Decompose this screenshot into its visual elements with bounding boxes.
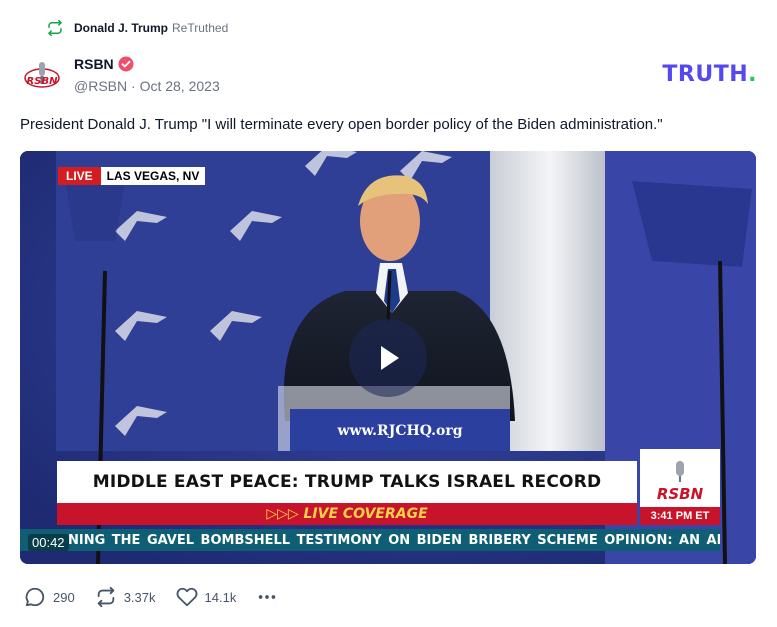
retruth-button[interactable]: 3.37k xyxy=(95,586,156,608)
podium-url: www.RJCHQ.org xyxy=(336,423,462,439)
channel-logo-text: RSBN xyxy=(656,485,704,503)
channel-logo: RSBN xyxy=(640,449,720,507)
retruth-icon xyxy=(97,586,114,608)
reply-button[interactable]: 290 xyxy=(24,586,75,608)
handle[interactable]: @RSBN xyxy=(74,78,127,94)
heart-icon xyxy=(176,587,197,607)
more-icon xyxy=(259,595,276,599)
headline-text: MIDDLE EAST PEACE: TRUMP TALKS ISRAEL RE… xyxy=(92,472,602,492)
video-player[interactable]: www.RJCHQ.org LIVE LAS VEGAS, NV MIDDLE … xyxy=(20,151,756,564)
truth-logo-dot: . xyxy=(748,62,757,87)
retruth-icon xyxy=(48,19,62,37)
retruth-user-name[interactable]: Donald J. Trump xyxy=(74,21,168,35)
ticker-text: NING THE GAVEL BOMBSHELL TESTIMONY ON BI… xyxy=(68,532,720,548)
video-duration: 00:42 xyxy=(28,534,69,551)
truth-logo[interactable]: TRUTH. xyxy=(662,62,757,87)
retruth-count: 3.37k xyxy=(123,589,156,605)
play-button[interactable] xyxy=(349,319,427,397)
live-label: LIVE xyxy=(58,167,101,185)
broadcast-time: 3:41 PM ET xyxy=(640,507,720,525)
retruth-label: ReTruthed xyxy=(172,21,229,35)
post-meta: @RSBN · Oct 28, 2023 xyxy=(74,78,220,94)
microphone-icon xyxy=(676,461,684,482)
like-count: 14.1k xyxy=(204,589,237,605)
avatar[interactable]: RSBN xyxy=(20,56,64,100)
post-text: President Donald J. Trump "I will termin… xyxy=(20,116,663,133)
location-label: LAS VEGAS, NV xyxy=(100,167,206,185)
post-author: RSBN @RSBN · Oct 28, 2023 xyxy=(74,54,220,94)
coverage-bar: ▷▷▷ LIVE COVERAGE xyxy=(57,503,637,525)
news-ticker: NING THE GAVEL BOMBSHELL TESTIMONY ON BI… xyxy=(20,529,720,551)
retruth-indicator: Donald J. Trump ReTruthed xyxy=(46,18,228,38)
reply-count: 290 xyxy=(53,589,75,605)
coverage-text: ▷▷▷ LIVE COVERAGE xyxy=(266,506,428,522)
avatar-logo-text: RSBN xyxy=(27,76,59,87)
live-indicator: LIVE LAS VEGAS, NV xyxy=(58,167,206,185)
lower-third-headline: MIDDLE EAST PEACE: TRUMP TALKS ISRAEL RE… xyxy=(57,461,637,503)
truth-logo-text: TRUTH xyxy=(662,62,749,87)
post-actions: 290 3.37k 14.1k xyxy=(24,585,278,609)
rsbn-logo: RSBN xyxy=(24,62,60,88)
verified-badge-icon xyxy=(118,56,134,72)
more-button[interactable] xyxy=(256,586,278,608)
post-header: RSBN RSBN @RSBN · Oct 28, 2023 TRUTH. xyxy=(20,52,757,100)
post-date[interactable]: Oct 28, 2023 xyxy=(140,78,220,94)
display-name[interactable]: RSBN xyxy=(74,56,114,72)
play-icon xyxy=(381,346,399,370)
meta-separator: · xyxy=(131,78,136,94)
like-button[interactable]: 14.1k xyxy=(176,586,237,608)
reply-icon xyxy=(25,587,45,607)
